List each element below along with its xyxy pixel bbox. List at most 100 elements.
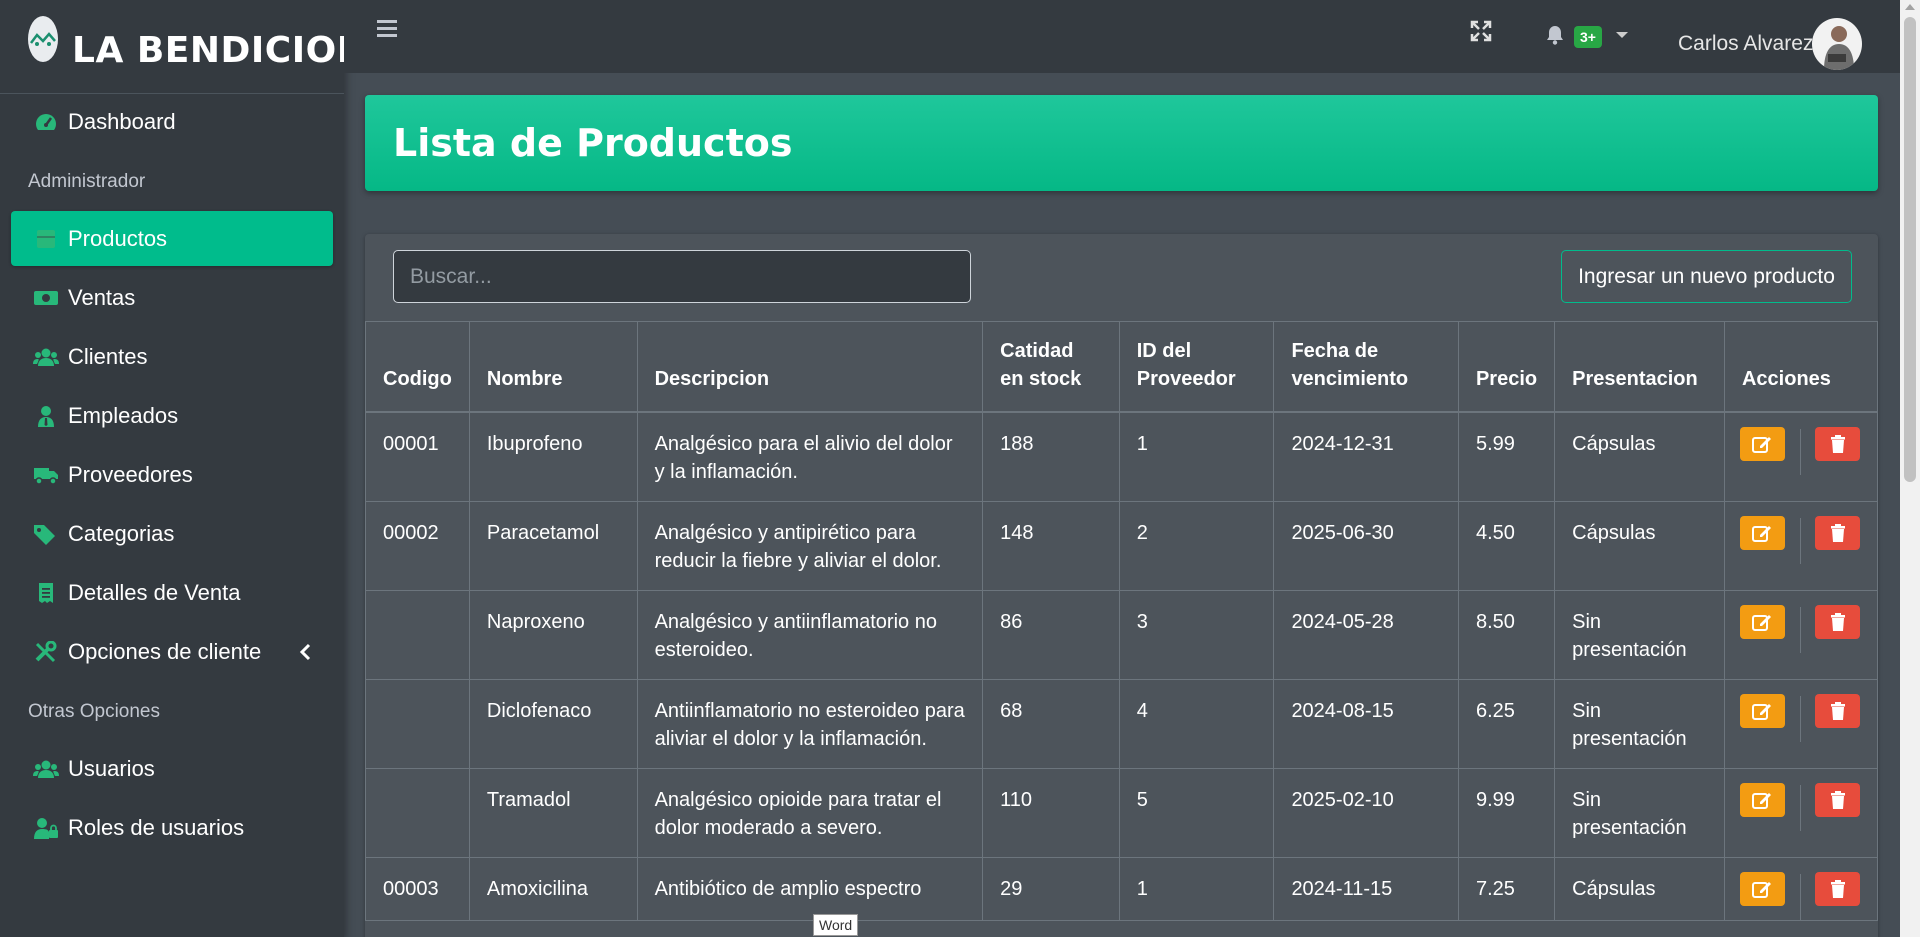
cell-id-del-proveedor: 1	[1118, 411, 1275, 502]
cell-acciones	[1723, 856, 1878, 921]
cell-id-del-proveedor: 5	[1118, 767, 1275, 858]
table-row[interactable]: Naproxeno Analgésico y antiinflamatorio n…	[365, 589, 1878, 680]
user-name[interactable]: Carlos Alvarez	[1678, 32, 1813, 56]
cell-presentacion: Cápsulas	[1554, 411, 1725, 502]
cell-presentacion: Sin presentación	[1554, 767, 1725, 858]
column-header-acciones[interactable]: Acciones	[1723, 321, 1878, 413]
delete-button[interactable]	[1815, 693, 1861, 728]
sidebar-item-label: Productos	[68, 225, 168, 251]
trash-icon	[1830, 434, 1846, 454]
sidebar-item-detalles-de-venta[interactable]: Detalles de Venta	[11, 565, 333, 620]
sidebar-item-label: Opciones de cliente	[68, 638, 262, 664]
tachometer-icon	[32, 110, 60, 134]
column-header-precio[interactable]: Precio	[1457, 321, 1556, 413]
chevron-left-icon	[299, 641, 311, 667]
column-header-id-del-proveedor[interactable]: ID del Proveedor	[1118, 321, 1275, 413]
cell-id-del-proveedor: 1	[1118, 856, 1275, 921]
edit-icon	[1752, 791, 1772, 809]
fullscreen-icon[interactable]	[1470, 20, 1492, 47]
cell-precio: 7.25	[1457, 856, 1556, 921]
cell-acciones	[1723, 411, 1878, 502]
user-tie-icon	[32, 404, 60, 428]
table-row[interactable]: 00001 Ibuprofeno Analgésico para el alivio…	[365, 411, 1878, 502]
trash-icon	[1830, 612, 1846, 632]
table-row[interactable]: 00002 Paracetamol Analgésico y antipirétic…	[365, 500, 1878, 591]
tags-icon	[32, 522, 60, 546]
cell-presentacion: Cápsulas	[1554, 500, 1725, 591]
column-header-codigo[interactable]: Codigo	[365, 321, 470, 413]
trash-icon	[1830, 701, 1846, 721]
edit-button[interactable]	[1739, 871, 1785, 906]
user-lock-icon	[32, 816, 60, 840]
avatar[interactable]	[1812, 18, 1862, 70]
edit-button[interactable]	[1739, 693, 1785, 728]
cell-precio: 6.25	[1457, 678, 1556, 769]
tools-icon	[32, 640, 60, 664]
delete-button[interactable]	[1815, 782, 1861, 817]
products-card: Ingresar un nuevo producto CodigoNombreD…	[365, 234, 1878, 940]
notifications-bell-icon[interactable]	[1544, 24, 1566, 51]
column-header-presentacion[interactable]: Presentacion	[1554, 321, 1725, 413]
cell-fecha-de-vencimiento: 2024-08-15	[1273, 678, 1459, 769]
sidebar-item-label: Proveedores	[68, 461, 193, 487]
cell-presentacion: Cápsulas	[1554, 856, 1725, 921]
money-icon	[32, 286, 60, 310]
sidebar-item-productos[interactable]: Productos	[11, 211, 333, 266]
cell-acciones	[1723, 678, 1878, 769]
notifications-badge[interactable]: 3+	[1574, 26, 1602, 48]
sidebar-item-opciones-de-cliente[interactable]: Opciones de cliente	[11, 624, 333, 679]
brand[interactable]: LA BENDICION	[0, 0, 367, 94]
cell-nombre: Diclofenaco	[468, 678, 638, 769]
column-header-fecha-de-vencimiento[interactable]: Fecha de vencimiento	[1273, 321, 1459, 413]
cell-descripcion: Analgésico y antiinflamatorio no esteroi…	[636, 589, 984, 680]
delete-button[interactable]	[1815, 871, 1861, 906]
edit-button[interactable]	[1739, 782, 1785, 817]
trash-icon	[1830, 790, 1846, 810]
edit-button[interactable]	[1739, 426, 1785, 461]
add-product-button[interactable]: Ingresar un nuevo producto	[1561, 250, 1852, 303]
table-row[interactable]: Tramadol Analgésico opioide para tratar e…	[365, 767, 1878, 858]
column-header-descripcion[interactable]: Descripcion	[636, 321, 984, 413]
scrollbar[interactable]	[1900, 0, 1920, 940]
cell-id-del-proveedor: 4	[1118, 678, 1275, 769]
sidebar-item-label: Ventas	[68, 284, 136, 310]
cell-codigo	[365, 589, 470, 680]
cell-id-del-proveedor: 2	[1118, 500, 1275, 591]
table-row[interactable]: 00003 Amoxicilina Antibiótico de amplio es…	[365, 856, 1878, 921]
cell-fecha-de-vencimiento: 2025-02-10	[1273, 767, 1459, 858]
menu-toggle-icon[interactable]	[376, 18, 398, 43]
sidebar-item-label: Roles de usuarios	[68, 814, 245, 840]
receipt-icon	[32, 581, 60, 605]
cell-nombre: Paracetamol	[468, 500, 638, 591]
page-header: Lista de Productos	[365, 95, 1878, 191]
delete-button[interactable]	[1815, 604, 1861, 639]
box-icon	[32, 227, 60, 251]
sidebar-item-roles-de-usuarios[interactable]: Roles de usuarios	[11, 800, 333, 855]
cell-id-del-proveedor: 3	[1118, 589, 1275, 680]
sidebar-item-clientes[interactable]: Clientes	[11, 329, 333, 384]
cell-catidad-en-stock: 68	[982, 678, 1120, 769]
delete-button[interactable]	[1815, 515, 1861, 550]
column-header-nombre[interactable]: Nombre	[468, 321, 638, 413]
sidebar: LA BENDICION Dashboard Administrador Produ…	[0, 0, 367, 940]
delete-button[interactable]	[1815, 426, 1861, 461]
scroll-up-icon[interactable]	[1905, 4, 1915, 10]
sidebar-item-ventas[interactable]: Ventas	[11, 270, 333, 325]
search-input[interactable]	[393, 250, 971, 303]
cell-descripcion: Antibiótico de amplio espectro	[636, 856, 984, 921]
edit-button[interactable]	[1739, 604, 1785, 639]
scrollbar-thumb[interactable]	[1904, 17, 1916, 482]
sidebar-section-header: Administrador	[28, 171, 146, 192]
cell-catidad-en-stock: 110	[982, 767, 1120, 858]
edit-button[interactable]	[1739, 515, 1785, 550]
sidebar-item-dashboard[interactable]: Dashboard	[11, 94, 333, 149]
sidebar-item-usuarios[interactable]: Usuarios	[11, 741, 333, 796]
chevron-down-icon[interactable]	[1616, 32, 1628, 38]
cell-presentacion: Sin presentación	[1554, 589, 1725, 680]
sidebar-item-proveedores[interactable]: Proveedores	[11, 447, 333, 502]
edit-icon	[1752, 524, 1772, 542]
sidebar-item-categorias[interactable]: Categorias	[11, 506, 333, 561]
table-row[interactable]: Diclofenaco Antiinflamatorio no esteroide…	[365, 678, 1878, 769]
column-header-catidad-en-stock[interactable]: Catidad en stock	[982, 321, 1120, 413]
sidebar-item-empleados[interactable]: Empleados	[11, 388, 333, 443]
